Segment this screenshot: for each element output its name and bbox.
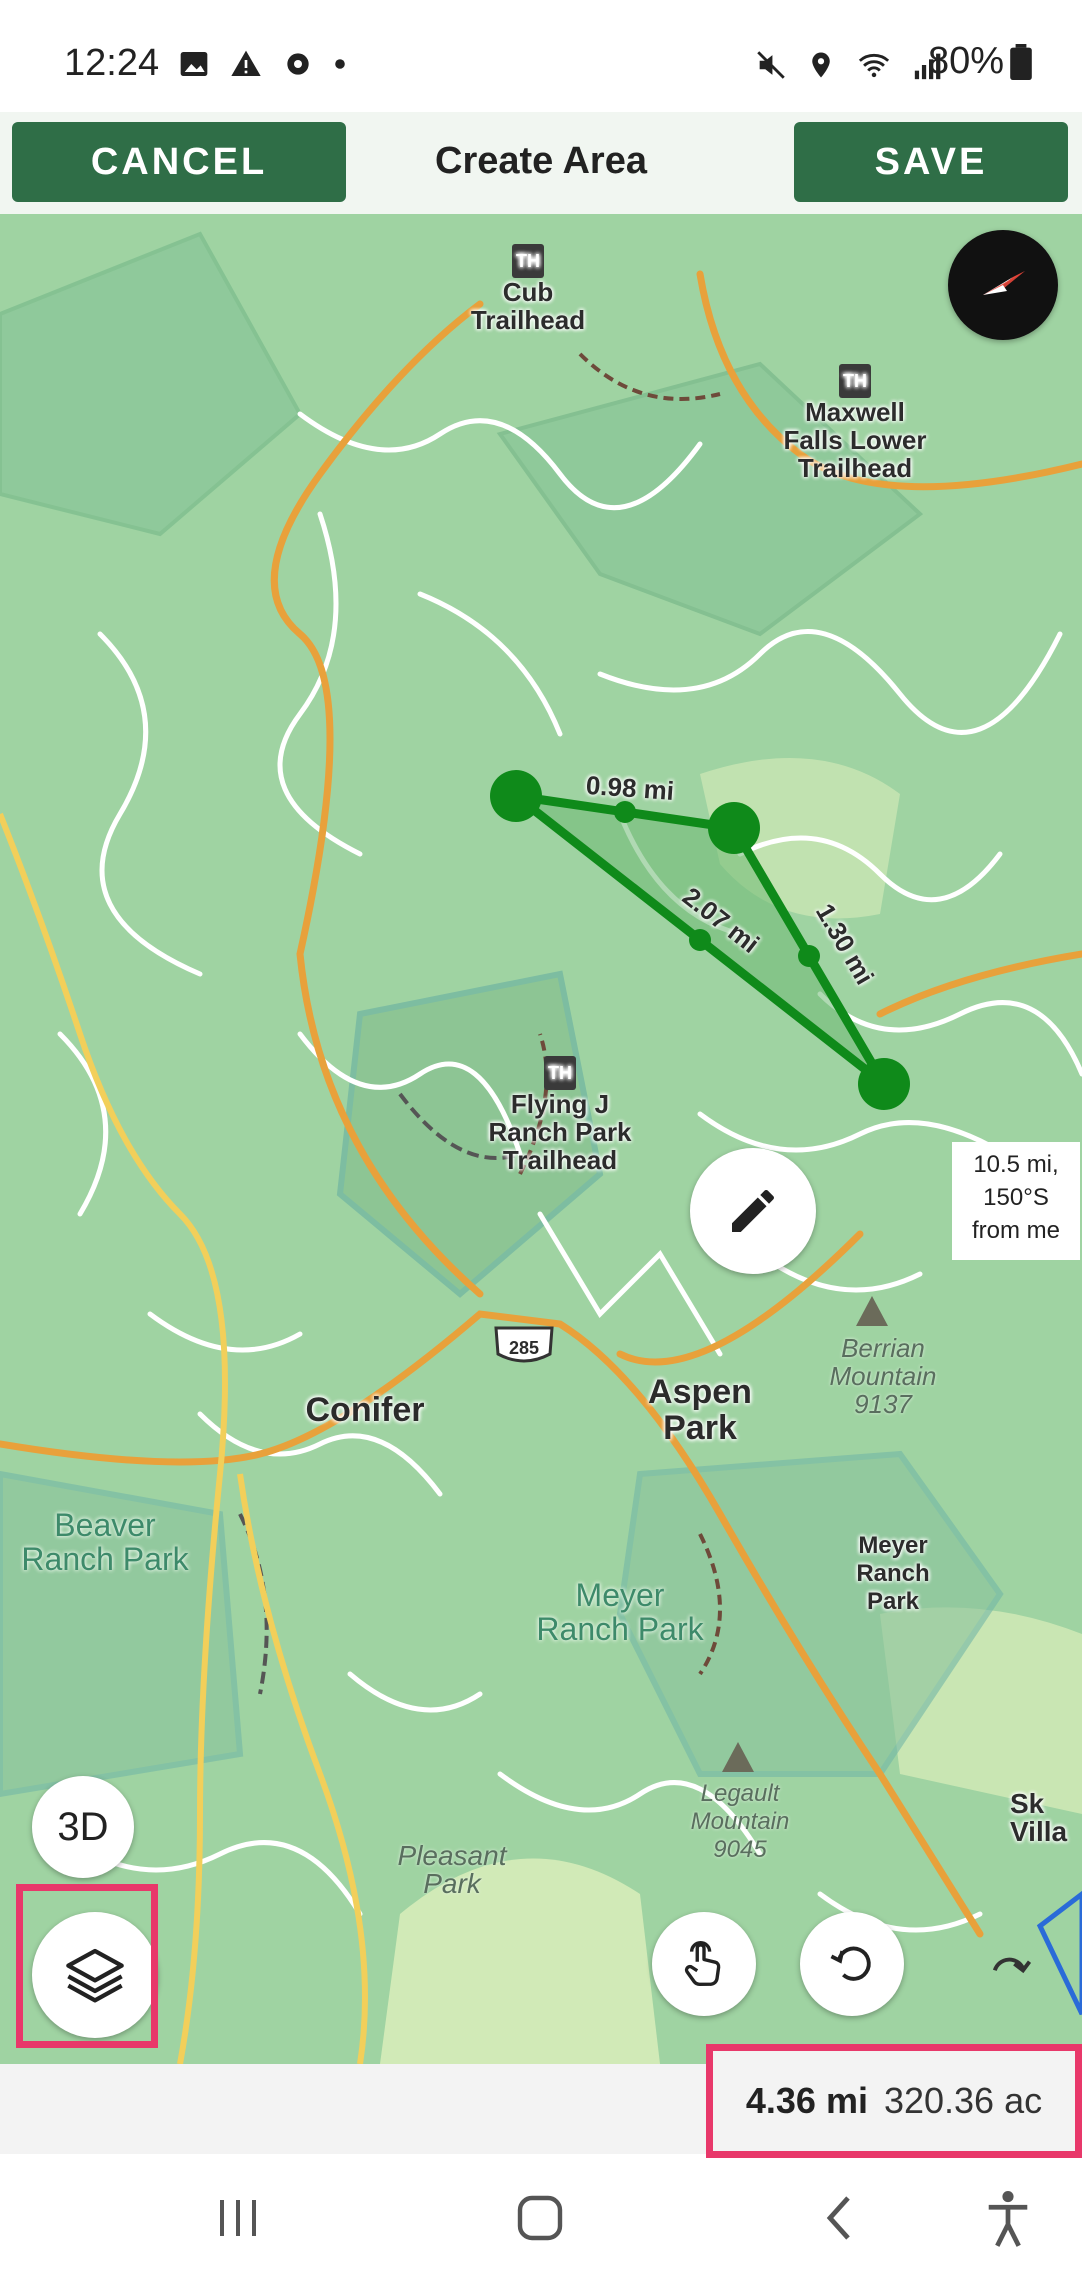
- image-icon: [180, 52, 208, 76]
- system-nav-bar: [0, 2158, 1082, 2280]
- map-view[interactable]: TH Cub Trailhead TH Maxwell Falls Lower …: [0, 214, 1082, 2064]
- location-info-text: 10.5 mi, 150°S from me: [971, 1151, 1060, 1244]
- warning-icon: [231, 50, 261, 76]
- trailhead-icon: TH: [512, 244, 544, 278]
- compass-icon: [983, 271, 1025, 295]
- redo-button[interactable]: [962, 1918, 1058, 2014]
- trailhead-label-maxwell[interactable]: TH Maxwell Falls Lower Trailhead: [770, 364, 940, 482]
- dot-icon: [335, 59, 345, 69]
- peak-label-legault: Legault Mountain 9045: [690, 1780, 790, 1863]
- wifi-icon: [858, 53, 890, 78]
- highway-shield-label: 285: [508, 1338, 540, 1358]
- midpoint-marker[interactable]: [689, 929, 711, 951]
- location-info: 10.5 mi, 150°S from me: [952, 1142, 1080, 1260]
- mute-icon: [757, 51, 785, 79]
- poi-label-meyer-ranch: Meyer Ranch Park: [856, 1532, 930, 1615]
- toolbar: CANCEL Create Area SAVE: [0, 112, 1082, 214]
- trailhead-icon: TH: [839, 364, 871, 398]
- segment-label: 0.98 mi: [584, 769, 676, 807]
- edit-button[interactable]: [690, 1148, 816, 1274]
- compass-button[interactable]: [948, 230, 1058, 340]
- trailhead-label-flying-j[interactable]: TH Flying J Ranch Park Trailhead: [480, 1056, 640, 1174]
- midpoint-marker[interactable]: [798, 945, 820, 967]
- accessibility-icon[interactable]: [982, 2188, 1034, 2248]
- park-label-meyer-ranch: Meyer Ranch Park: [536, 1577, 704, 1647]
- back-icon[interactable]: [820, 2188, 860, 2248]
- undo-button[interactable]: [800, 1912, 904, 2016]
- trailhead-icon: TH: [544, 1056, 576, 1090]
- battery-percent: 80%: [927, 40, 1004, 82]
- save-button[interactable]: SAVE: [794, 122, 1068, 202]
- peak-label-berrian: Berrian Mountain 9137: [829, 1333, 937, 1419]
- hand-tap-icon: [684, 1940, 721, 1986]
- pencil-icon: [732, 1189, 774, 1232]
- vertex-marker[interactable]: [858, 1058, 910, 1110]
- town-label-conifer: Conifer: [305, 1391, 425, 1429]
- settings-icon: [287, 53, 309, 75]
- 3d-toggle-button[interactable]: 3D: [32, 1776, 134, 1878]
- drag-mode-button[interactable]: [652, 1912, 756, 2016]
- park-label-beaver-ranch: Beaver Ranch Park: [21, 1507, 189, 1577]
- battery-icon: [1010, 43, 1032, 80]
- undo-icon: [830, 1946, 871, 1981]
- place-label-sky-village: Sk Villa: [1010, 1788, 1068, 1847]
- midpoint-marker[interactable]: [614, 801, 636, 823]
- highlight-box: [16, 1884, 158, 2048]
- location-icon: [812, 52, 830, 78]
- trailhead-label-cub[interactable]: TH Cub Trailhead: [458, 244, 598, 334]
- vertex-marker[interactable]: [490, 770, 542, 822]
- status-bar: 12:24 80%: [0, 0, 1082, 112]
- peak-icon: [856, 1296, 888, 1326]
- distance-value: 4.36 mi: [745, 2080, 868, 2121]
- place-label-pleasant-park: Pleasant Park: [397, 1840, 507, 1899]
- recent-apps-icon[interactable]: [214, 2188, 262, 2248]
- area-value: 320.36 ac: [883, 2080, 1043, 2121]
- vertex-marker[interactable]: [708, 802, 760, 854]
- measurement-summary: 4.36 mi 320.36 ac: [706, 2044, 1082, 2158]
- home-icon[interactable]: [514, 2188, 566, 2248]
- redo-icon: [992, 1957, 1032, 1974]
- town-label-aspen-park: Aspen Park: [648, 1373, 752, 1447]
- status-time: 12:24: [64, 42, 160, 84]
